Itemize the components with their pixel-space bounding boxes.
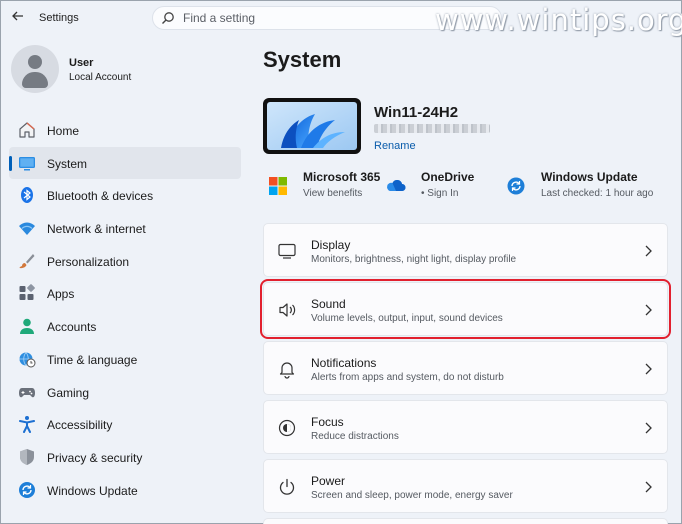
tile-title: OneDrive bbox=[421, 170, 475, 184]
windows-update-icon bbox=[507, 177, 525, 195]
tile-subtitle: View benefits bbox=[303, 188, 363, 199]
redacted-info bbox=[374, 124, 490, 133]
speaker-icon bbox=[279, 303, 296, 317]
sidebar-item-label: Time & language bbox=[47, 352, 138, 367]
sidebar-item-label: Gaming bbox=[47, 385, 90, 400]
tile-onedrive[interactable]: OneDrive • Sign In bbox=[386, 169, 496, 205]
card-title: Sound bbox=[311, 297, 346, 311]
windows-wallpaper-image bbox=[267, 102, 357, 150]
card-subtitle: Monitors, brightness, night light, displ… bbox=[311, 254, 517, 265]
card-title: Focus bbox=[311, 415, 344, 429]
globe-clock-icon bbox=[19, 352, 36, 368]
sidebar-item-privacy-security[interactable]: Privacy & security bbox=[9, 441, 241, 474]
device-name: Win11-24H2 bbox=[374, 104, 459, 121]
tile-subtitle: Last checked: 1 hour ago bbox=[541, 188, 654, 199]
bluetooth-icon bbox=[21, 187, 33, 204]
sidebar-item-windows-update[interactable]: Windows Update bbox=[9, 474, 241, 507]
card-subtitle: Reduce distractions bbox=[311, 431, 399, 442]
wifi-icon bbox=[19, 222, 35, 236]
chevron-right-icon bbox=[645, 304, 652, 316]
card-notifications[interactable]: Notifications Alerts from apps and syste… bbox=[263, 341, 668, 395]
display-icon bbox=[278, 243, 296, 259]
search-icon bbox=[162, 12, 174, 24]
avatar bbox=[11, 45, 59, 93]
card-subtitle: Alerts from apps and system, do not dist… bbox=[311, 372, 504, 383]
card-subtitle: Screen and sleep, power mode, energy sav… bbox=[311, 490, 513, 501]
tile-subtitle: • Sign In bbox=[421, 188, 459, 199]
chevron-right-icon bbox=[645, 363, 652, 375]
tile-title: Windows Update bbox=[541, 170, 638, 184]
power-icon bbox=[279, 478, 295, 495]
person-icon bbox=[20, 318, 34, 335]
page-title: System bbox=[263, 47, 342, 72]
sidebar-item-label: Apps bbox=[47, 287, 75, 302]
card-power[interactable]: Power Screen and sleep, power mode, ener… bbox=[263, 459, 668, 513]
user-name: User bbox=[69, 57, 94, 69]
update-icon bbox=[19, 481, 35, 498]
rename-link[interactable]: Rename bbox=[374, 140, 416, 152]
sidebar-item-system[interactable]: System bbox=[9, 146, 241, 180]
focus-icon bbox=[278, 419, 296, 437]
tile-windows-update[interactable]: Windows Update Last checked: 1 hour ago bbox=[506, 169, 666, 205]
tile-title: Microsoft 365 bbox=[303, 170, 381, 184]
card-next-partial[interactable] bbox=[263, 518, 668, 524]
settings-list: Display Monitors, brightness, night ligh… bbox=[260, 223, 671, 524]
arrow-left-icon bbox=[12, 11, 23, 21]
tile-microsoft-365[interactable]: Microsoft 365 View benefits bbox=[268, 169, 393, 205]
sidebar-item-personalization[interactable]: Personalization bbox=[9, 245, 241, 278]
card-focus[interactable]: Focus Reduce distractions bbox=[263, 400, 668, 454]
apps-icon bbox=[19, 284, 35, 301]
sidebar-item-label: Home bbox=[47, 124, 80, 138]
bell-icon bbox=[279, 362, 295, 379]
card-subtitle: Volume levels, output, input, sound devi… bbox=[311, 313, 503, 324]
card-display[interactable]: Display Monitors, brightness, night ligh… bbox=[263, 223, 668, 277]
card-title: Display bbox=[311, 238, 351, 252]
sidebar-item-home[interactable]: Home bbox=[9, 114, 241, 147]
sidebar-item-label: Accounts bbox=[47, 320, 97, 335]
sidebar-item-bluetooth[interactable]: Bluetooth & devices bbox=[9, 179, 241, 212]
device-thumbnail bbox=[263, 98, 361, 154]
sidebar-item-label: Privacy & security bbox=[47, 450, 143, 465]
brush-icon bbox=[19, 253, 35, 268]
sidebar-item-apps[interactable]: Apps bbox=[9, 277, 241, 310]
shield-icon bbox=[20, 448, 34, 465]
monitor-icon bbox=[19, 156, 35, 171]
onedrive-icon bbox=[387, 179, 406, 191]
sidebar-item-label: System bbox=[47, 156, 88, 171]
microsoft-logo-icon bbox=[269, 177, 287, 195]
user-account-type: Local Account bbox=[69, 72, 132, 83]
sidebar-item-label: Personalization bbox=[47, 254, 130, 269]
card-sound[interactable]: Sound Volume levels, output, input, soun… bbox=[260, 279, 671, 339]
chevron-right-icon bbox=[645, 422, 652, 434]
sidebar-item-gaming[interactable]: Gaming bbox=[9, 376, 241, 409]
chevron-right-icon bbox=[645, 245, 652, 257]
sidebar-item-label: Windows Update bbox=[47, 483, 138, 498]
title-bar: Settings www.wintips.org bbox=[1, 1, 682, 37]
back-button[interactable] bbox=[9, 9, 27, 27]
card-title: Notifications bbox=[311, 356, 377, 370]
card-title: Power bbox=[311, 474, 346, 488]
sidebar-nav: Home System Bluetooth & devices Network … bbox=[9, 114, 241, 506]
sidebar-item-time-language[interactable]: Time & language bbox=[9, 343, 241, 376]
chevron-right-icon bbox=[645, 481, 652, 493]
sidebar-item-accessibility[interactable]: Accessibility bbox=[9, 408, 241, 441]
sidebar-item-label: Accessibility bbox=[47, 418, 113, 433]
sidebar-item-label: Bluetooth & devices bbox=[47, 189, 154, 204]
sidebar-item-accounts[interactable]: Accounts bbox=[9, 310, 241, 343]
user-profile[interactable]: User Local Account bbox=[11, 45, 241, 97]
home-icon bbox=[19, 122, 35, 138]
sidebar-item-network[interactable]: Network & internet bbox=[9, 212, 241, 245]
accessibility-icon bbox=[19, 416, 35, 434]
app-title: Settings bbox=[39, 12, 79, 24]
sidebar-item-label: Network & internet bbox=[47, 222, 146, 237]
gamepad-icon bbox=[19, 387, 35, 397]
watermark: www.wintips.org bbox=[435, 3, 682, 37]
